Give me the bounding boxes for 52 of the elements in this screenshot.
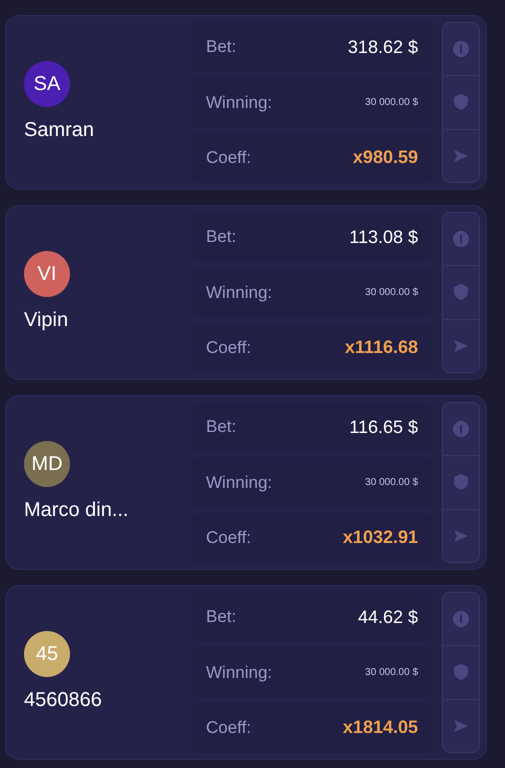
coefficient: x980.59 [352, 146, 418, 170]
player-name: 4560866 [24, 688, 103, 712]
info-button[interactable] [443, 403, 479, 456]
stat-label: Bet: [206, 36, 236, 58]
stat-label: Coeff: [206, 527, 252, 550]
info-icon [452, 420, 470, 438]
info-button[interactable] [443, 593, 479, 646]
coefficient: x1032.91 [342, 526, 418, 550]
shield-button[interactable] [443, 456, 479, 510]
shield-icon [452, 283, 470, 302]
send-button[interactable] [443, 130, 479, 182]
send-button[interactable] [443, 510, 479, 562]
info-icon [452, 230, 470, 248]
shield-icon [452, 473, 470, 492]
stat-label: Bet: [206, 606, 236, 628]
stat-label: Bet: [206, 416, 236, 438]
stat-label: Coeff: [206, 717, 252, 740]
avatar: VI [24, 250, 70, 296]
info-icon [452, 610, 470, 628]
coefficient: x1116.68 [344, 336, 418, 360]
bet-amount: 318.62 $ [348, 36, 418, 59]
shield-icon [452, 93, 470, 112]
stat-label: Coeff: [206, 337, 252, 360]
winning-amount: 30 000.00 $ [365, 476, 418, 490]
shield-button[interactable] [443, 646, 479, 700]
avatar: MD [24, 440, 70, 486]
winning-amount: 30 000.00 $ [365, 666, 418, 680]
bet-amount: 113.08 $ [349, 226, 418, 249]
info-icon [452, 40, 470, 58]
shield-button[interactable] [443, 266, 479, 320]
avatar: 45 [24, 630, 70, 676]
shield-icon [452, 663, 470, 682]
shield-button[interactable] [443, 76, 479, 130]
player-name: Marco din... [24, 498, 130, 522]
stat-label: Winning: [206, 92, 272, 114]
stat-label: Winning: [206, 282, 272, 304]
player-name: Samran [24, 118, 96, 142]
info-button[interactable] [443, 23, 479, 76]
winning-amount: 30 000.00 $ [365, 286, 418, 300]
avatar: SA [24, 60, 70, 106]
stat-label: Winning: [206, 472, 272, 494]
player-name: Vipin [24, 308, 70, 332]
bet-amount: 116.65 $ [349, 416, 418, 439]
winning-amount: 30 000.00 $ [365, 96, 418, 110]
stat-label: Winning: [206, 662, 272, 684]
send-button[interactable] [443, 320, 479, 372]
info-button[interactable] [443, 213, 479, 266]
coefficient: x1814.05 [342, 716, 418, 740]
stat-label: Bet: [206, 226, 236, 248]
bet-amount: 44.62 $ [358, 606, 418, 629]
stat-label: Coeff: [206, 147, 252, 170]
send-button[interactable] [443, 700, 479, 752]
